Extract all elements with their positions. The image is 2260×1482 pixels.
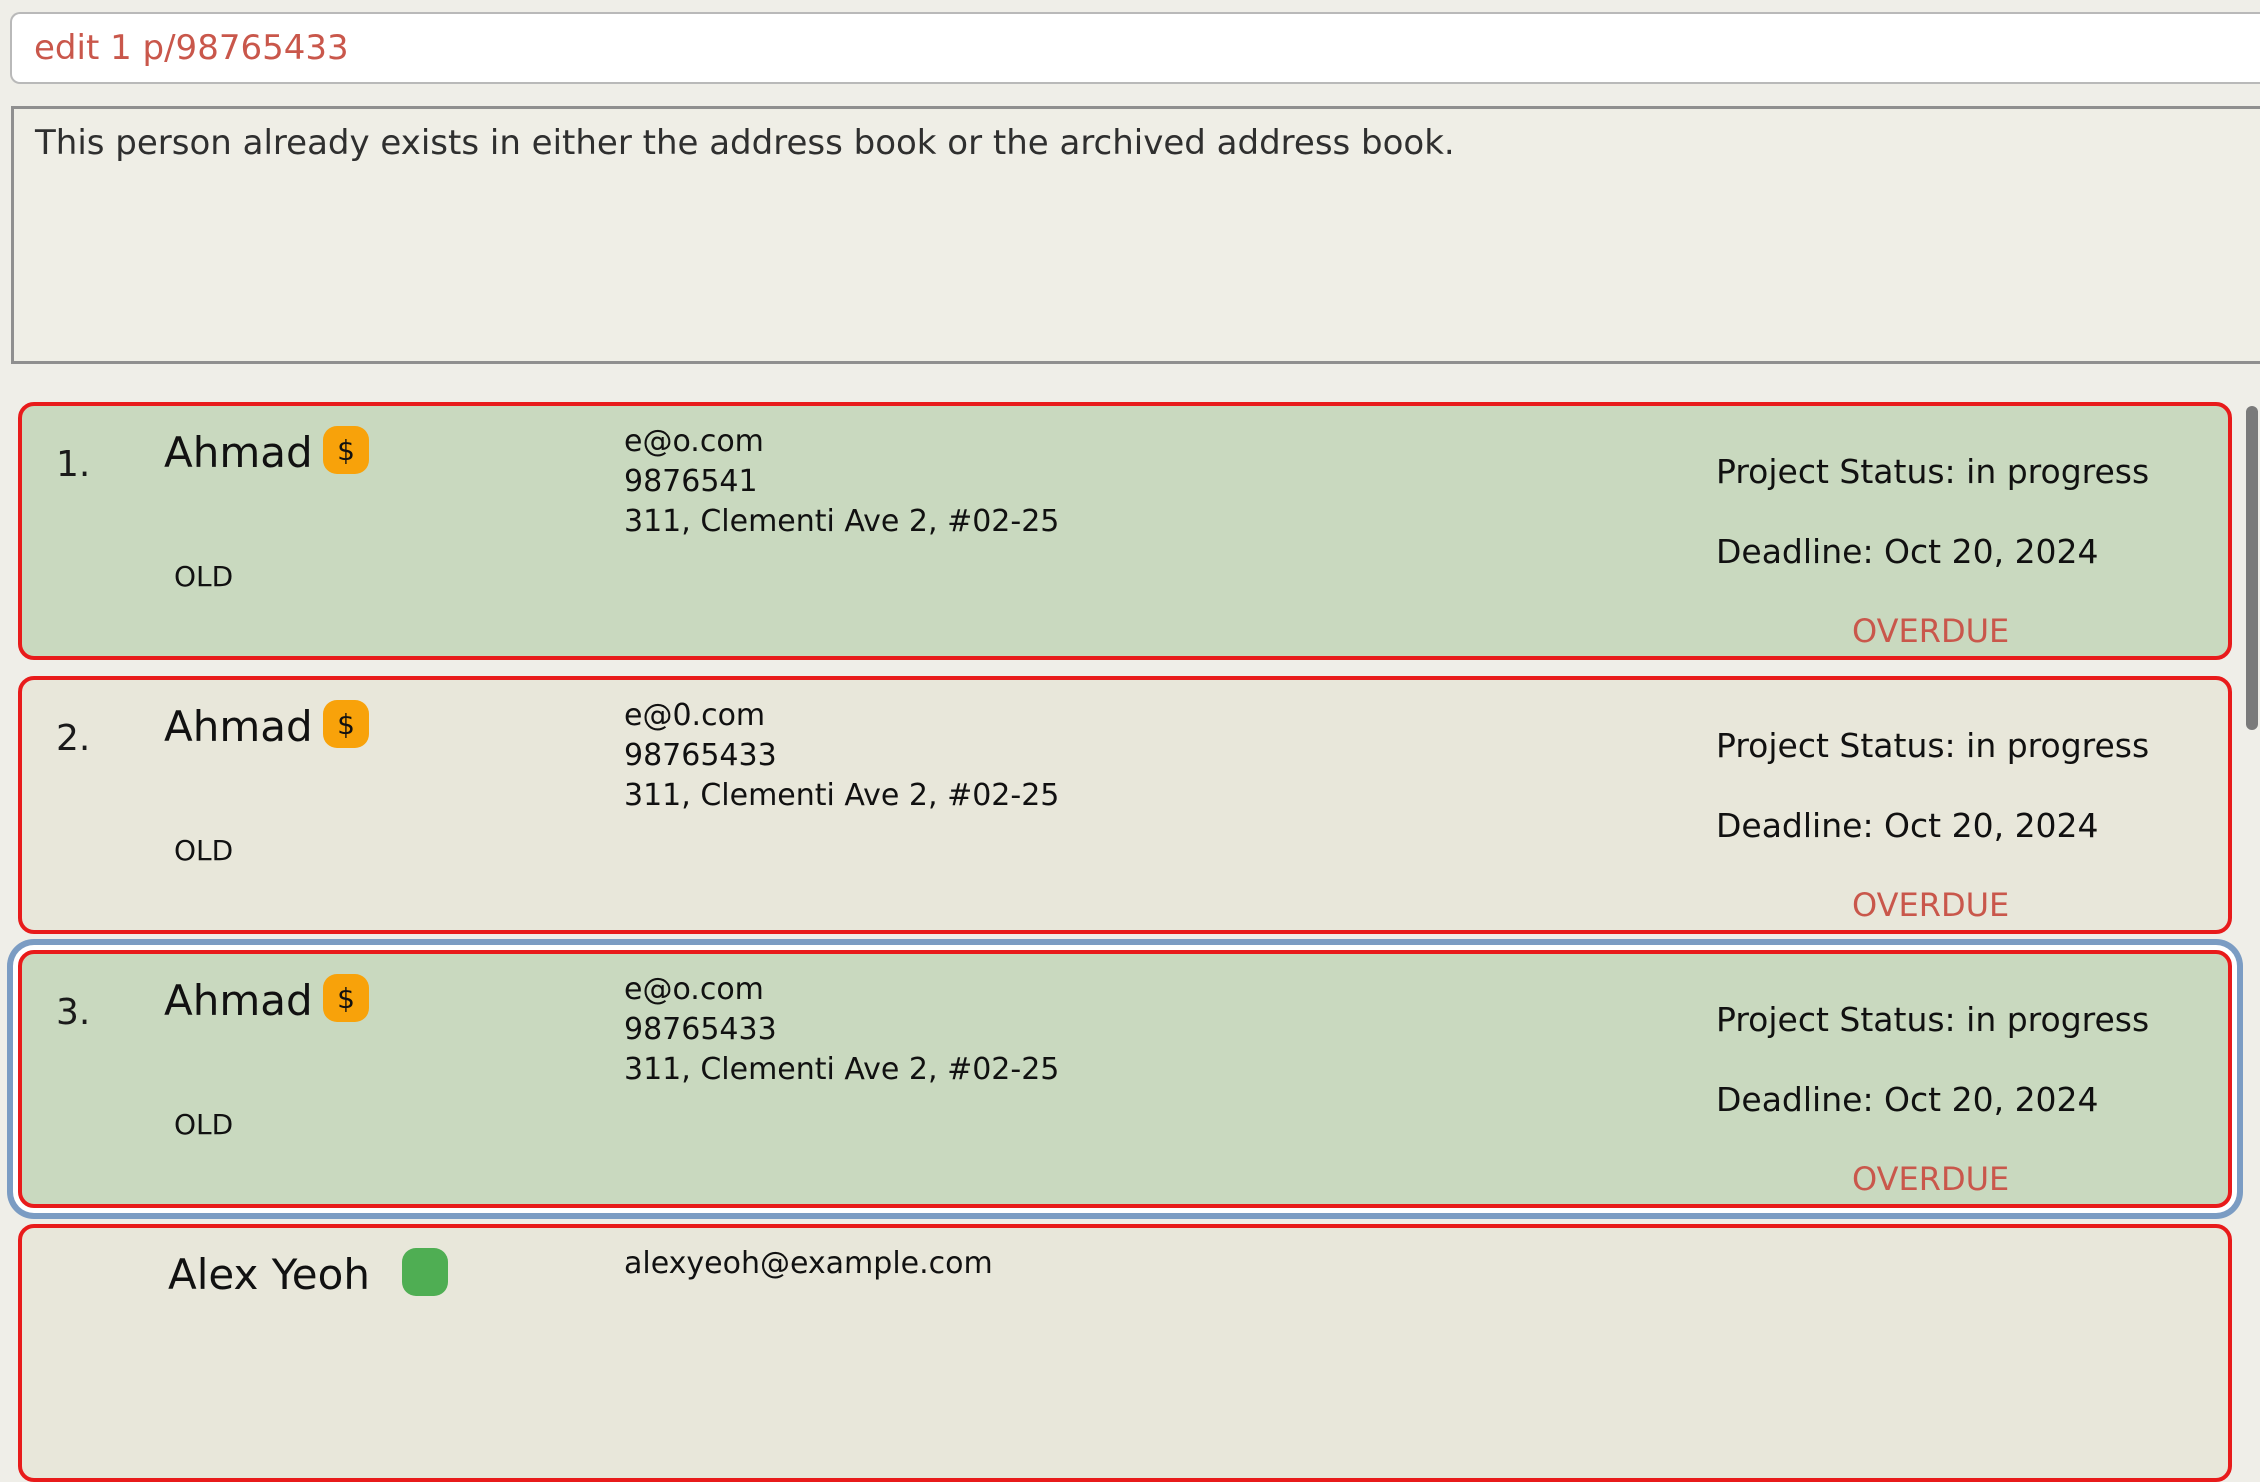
command-box[interactable] — [10, 12, 2260, 84]
client-tag-badge — [402, 1248, 448, 1296]
overdue-badge: OVERDUE — [1852, 886, 2010, 924]
person-name: Ahmad — [164, 976, 313, 1025]
project-status: Project Status: in progress — [1716, 452, 2150, 491]
command-input[interactable] — [34, 28, 2248, 68]
overdue-badge: OVERDUE — [1852, 612, 2010, 650]
result-display: This person already exists in either the… — [11, 106, 2260, 364]
person-name: Ahmad — [164, 428, 313, 477]
project-deadline: Deadline: Oct 20, 2024 — [1716, 532, 2099, 571]
result-message: This person already exists in either the… — [35, 123, 1455, 163]
person-label: OLD — [174, 560, 234, 593]
person-index: 1. — [56, 444, 91, 485]
person-phone: 98765433 — [624, 1012, 777, 1047]
overdue-badge: OVERDUE — [1852, 1160, 2010, 1198]
person-index: 2. — [56, 718, 91, 759]
client-tag-badge: $ — [323, 974, 369, 1022]
person-email: e@0.com — [624, 698, 766, 733]
person-label: OLD — [174, 1108, 234, 1141]
person-index: 3. — [56, 992, 91, 1033]
scrollbar-thumb[interactable] — [2246, 406, 2258, 730]
person-address: 311, Clementi Ave 2, #02-25 — [624, 1052, 1060, 1087]
person-phone: 98765433 — [624, 738, 777, 773]
project-deadline: Deadline: Oct 20, 2024 — [1716, 1080, 2099, 1119]
person-email: e@o.com — [624, 972, 764, 1007]
person-card[interactable]: 2. Ahmad $ OLD e@0.com 98765433 311, Cle… — [18, 676, 2232, 934]
project-deadline: Deadline: Oct 20, 2024 — [1716, 806, 2099, 845]
person-email: e@o.com — [624, 424, 764, 459]
project-status: Project Status: in progress — [1716, 1000, 2150, 1039]
client-tag-badge: $ — [323, 700, 369, 748]
person-label: OLD — [174, 834, 234, 867]
person-name: Alex Yeoh — [168, 1250, 370, 1299]
project-status: Project Status: in progress — [1716, 726, 2150, 765]
client-tag-badge: $ — [323, 426, 369, 474]
person-card-selected[interactable]: 3. Ahmad $ OLD e@o.com 98765433 311, Cle… — [18, 950, 2232, 1208]
person-address: 311, Clementi Ave 2, #02-25 — [624, 778, 1060, 813]
person-card[interactable]: Alex Yeoh alexyeoh@example.com — [18, 1224, 2232, 1482]
list-scrollbar[interactable] — [2244, 402, 2260, 1264]
person-name: Ahmad — [164, 702, 313, 751]
person-address: 311, Clementi Ave 2, #02-25 — [624, 504, 1060, 539]
person-card[interactable]: 1. Ahmad $ OLD e@o.com 9876541 311, Clem… — [18, 402, 2232, 660]
person-phone: 9876541 — [624, 464, 758, 499]
person-list[interactable]: 1. Ahmad $ OLD e@o.com 9876541 311, Clem… — [0, 402, 2232, 1482]
